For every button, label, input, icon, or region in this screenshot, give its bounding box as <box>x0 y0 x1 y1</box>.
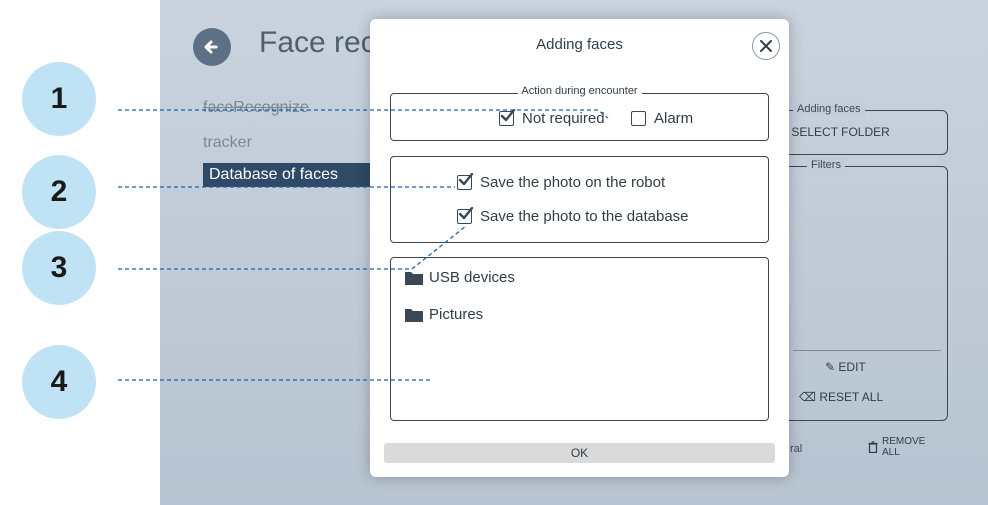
callout-leader-lines <box>118 109 609 381</box>
annotated-screenshot: Face rec faceRecognize tracker Database … <box>0 0 988 505</box>
callout-badge-1: 1 <box>22 62 96 136</box>
leader-line-3 <box>118 225 467 270</box>
leader-line-1 <box>118 109 609 119</box>
callout-badge-3: 3 <box>22 231 96 305</box>
callout-badge-2: 2 <box>22 155 96 229</box>
callout-badge-4: 4 <box>22 345 96 419</box>
